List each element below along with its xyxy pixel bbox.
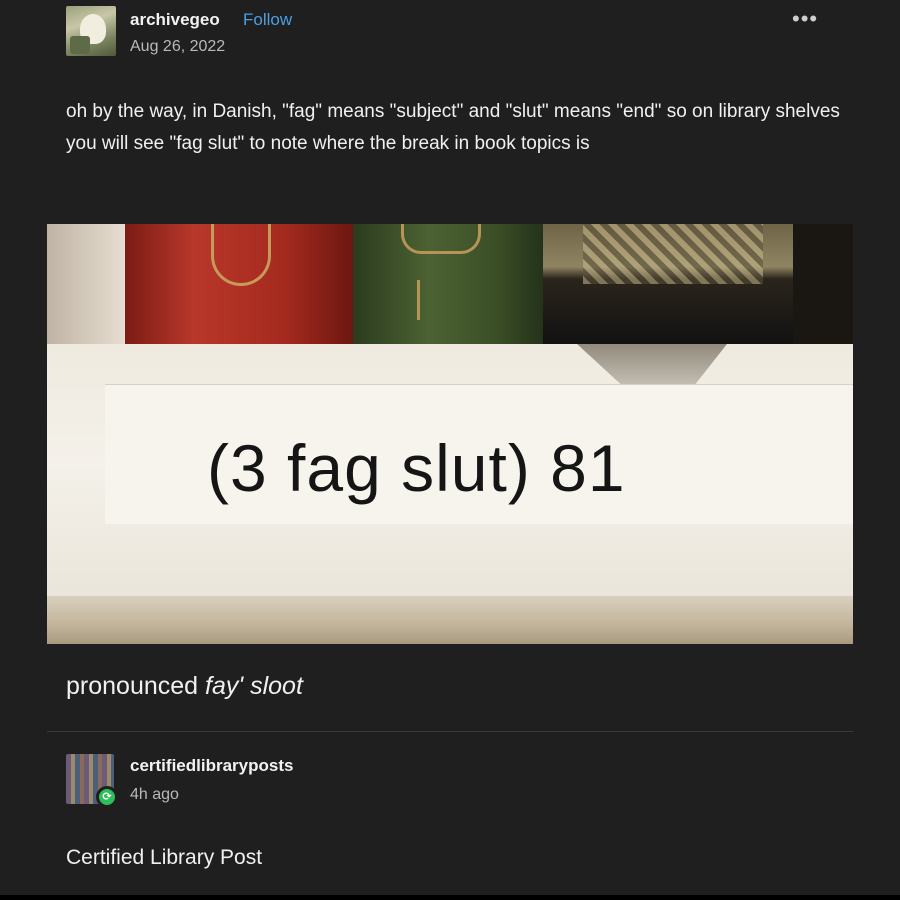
reblog-header: ⟳ certifiedlibraryposts 4h ago [66,752,846,812]
book-emblem [401,224,481,254]
post-photo[interactable]: (3 fag slut) 81 [47,224,853,644]
photo-book-worn [543,224,793,346]
author-avatar[interactable] [66,6,116,56]
post-date: Aug 26, 2022 [130,38,226,55]
reblog-time: 4h ago [130,786,179,803]
post-body-text: oh by the way, in Danish, "fag" means "s… [66,101,840,154]
reblog-divider [47,731,853,732]
shelf-label-text: (3 fag slut) 81 [207,431,626,505]
book-emblem [211,224,271,286]
photo-book-red [125,224,353,346]
reblog-username[interactable]: certifiedlibraryposts [130,756,293,776]
post-caption: pronounced fay' sloot [66,672,303,701]
book-wear [583,224,763,284]
follow-button[interactable]: Follow [243,10,292,30]
photo-shelf-lip [47,596,853,644]
post-header: archivegeo Follow Aug 26, 2022 ••• [66,4,846,56]
author-username[interactable]: archivegeo [130,10,220,30]
book-emblem-mark [417,280,439,320]
post-card: archivegeo Follow Aug 26, 2022 ••• oh by… [0,0,900,895]
caption-prefix: pronounced [66,672,206,700]
photo-book-dark [793,224,853,346]
reblog-icon: ⟳ [96,786,118,808]
photo-wall [47,224,125,354]
photo-book-green [353,224,543,346]
more-horizontal-icon[interactable]: ••• [792,6,818,32]
reblog-text: Certified Library Post [66,846,263,869]
avatar-ground [70,36,90,54]
caption-italic: fay' sloot [205,672,303,700]
